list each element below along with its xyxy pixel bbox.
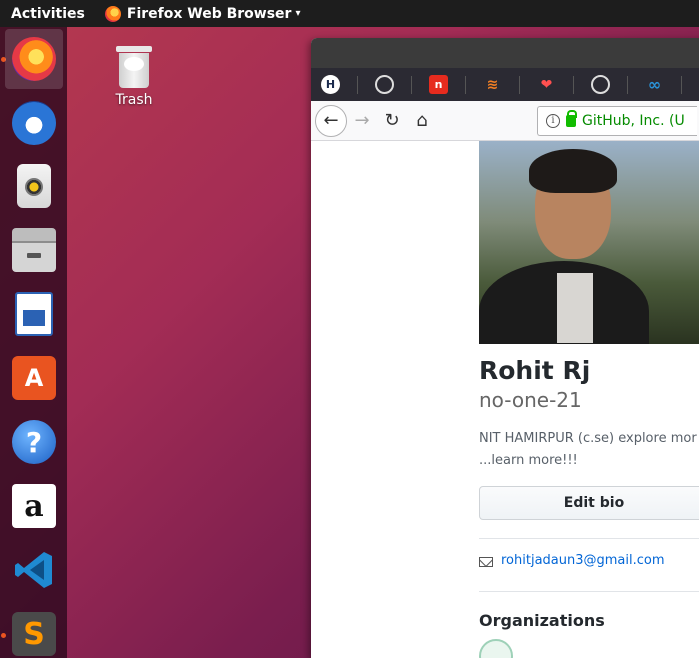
heart-icon[interactable]: ❤ [537, 75, 556, 94]
organizations-heading: Organizations [479, 611, 605, 630]
profile-avatar[interactable] [479, 141, 699, 344]
reload-button[interactable]: ↻ [377, 106, 407, 136]
organization-avatar[interactable] [479, 639, 513, 658]
home-button[interactable]: ⌂ [407, 106, 437, 136]
desktop-trash[interactable]: Trash [104, 46, 164, 108]
bookmarks-toolbar: H n ≋ ❤ ∞ ≋ ∞ [311, 68, 699, 101]
lock-icon [566, 109, 577, 127]
chevron-down-icon: ▾ [295, 8, 301, 19]
dock-item-vscode[interactable] [5, 540, 63, 600]
github-profile-page: Rohit Rj no-one-21 NIT HAMIRPUR (c.se) e… [311, 141, 699, 658]
profile-bio: NIT HAMIRPUR (c.se) explore mor [479, 431, 697, 446]
app-menu-label: Firefox Web Browser [126, 5, 292, 22]
writer-icon [15, 292, 53, 336]
edit-bio-button[interactable]: Edit bio [479, 486, 699, 520]
n-logo-icon[interactable]: n [429, 75, 448, 94]
trash-label: Trash [115, 92, 153, 108]
globe-icon[interactable] [375, 75, 394, 94]
globe-icon[interactable] [591, 75, 610, 94]
title-bar[interactable] [311, 38, 699, 68]
mail-icon [479, 557, 493, 567]
url-bar[interactable]: i GitHub, Inc. (U [537, 105, 697, 136]
dock-item-rhythmbox[interactable] [5, 156, 63, 216]
info-icon[interactable]: i [546, 113, 560, 128]
dock-item-software[interactable]: A [5, 348, 63, 408]
files-icon [12, 228, 56, 272]
activities-button[interactable]: Activities [11, 6, 85, 22]
firefox-icon [104, 5, 121, 22]
back-button[interactable]: ← [315, 104, 347, 137]
email-row: rohitjadaun3@gmail.com [479, 553, 665, 568]
profile-name: Rohit Rj [479, 356, 591, 385]
divider [479, 591, 699, 592]
site-identity: GitHub, Inc. (U [582, 112, 685, 129]
stackoverflow-icon[interactable]: ≋ [483, 75, 502, 94]
app-menu[interactable]: Firefox Web Browser ▾ [104, 5, 301, 22]
infinity-icon[interactable]: ∞ [645, 75, 664, 94]
dock-item-amazon[interactable]: a [5, 476, 63, 536]
dock-item-thunderbird[interactable] [5, 93, 63, 153]
trash-icon [116, 46, 152, 88]
thunderbird-icon [12, 101, 56, 145]
top-bar: Activities Firefox Web Browser ▾ [0, 0, 699, 27]
amazon-icon: a [12, 484, 56, 528]
divider [479, 538, 699, 539]
rhythmbox-icon [17, 164, 51, 208]
help-icon: ? [12, 420, 56, 464]
navigation-bar: ← → ↻ ⌂ i GitHub, Inc. (U [311, 101, 699, 141]
firefox-icon [12, 37, 56, 81]
vscode-icon [12, 548, 56, 592]
hackerrank-icon[interactable]: H [321, 75, 340, 94]
sublime-icon: S [12, 612, 56, 656]
firefox-window: H n ≋ ❤ ∞ ≋ ∞ ← → ↻ ⌂ i GitHub, Inc. (U [311, 38, 699, 658]
dock-item-writer[interactable] [5, 284, 63, 344]
dock-item-help[interactable]: ? [5, 412, 63, 472]
software-icon: A [12, 356, 56, 400]
dock-item-sublime[interactable]: S [5, 604, 63, 658]
dock-item-firefox[interactable] [5, 29, 63, 89]
profile-login: no-one-21 [479, 388, 582, 412]
forward-button[interactable]: → [347, 106, 377, 136]
dock: A ? a S [0, 27, 67, 658]
dock-item-files[interactable] [5, 220, 63, 280]
profile-bio-more: ...learn more!!! [479, 453, 578, 468]
email-link[interactable]: rohitjadaun3@gmail.com [501, 553, 665, 568]
